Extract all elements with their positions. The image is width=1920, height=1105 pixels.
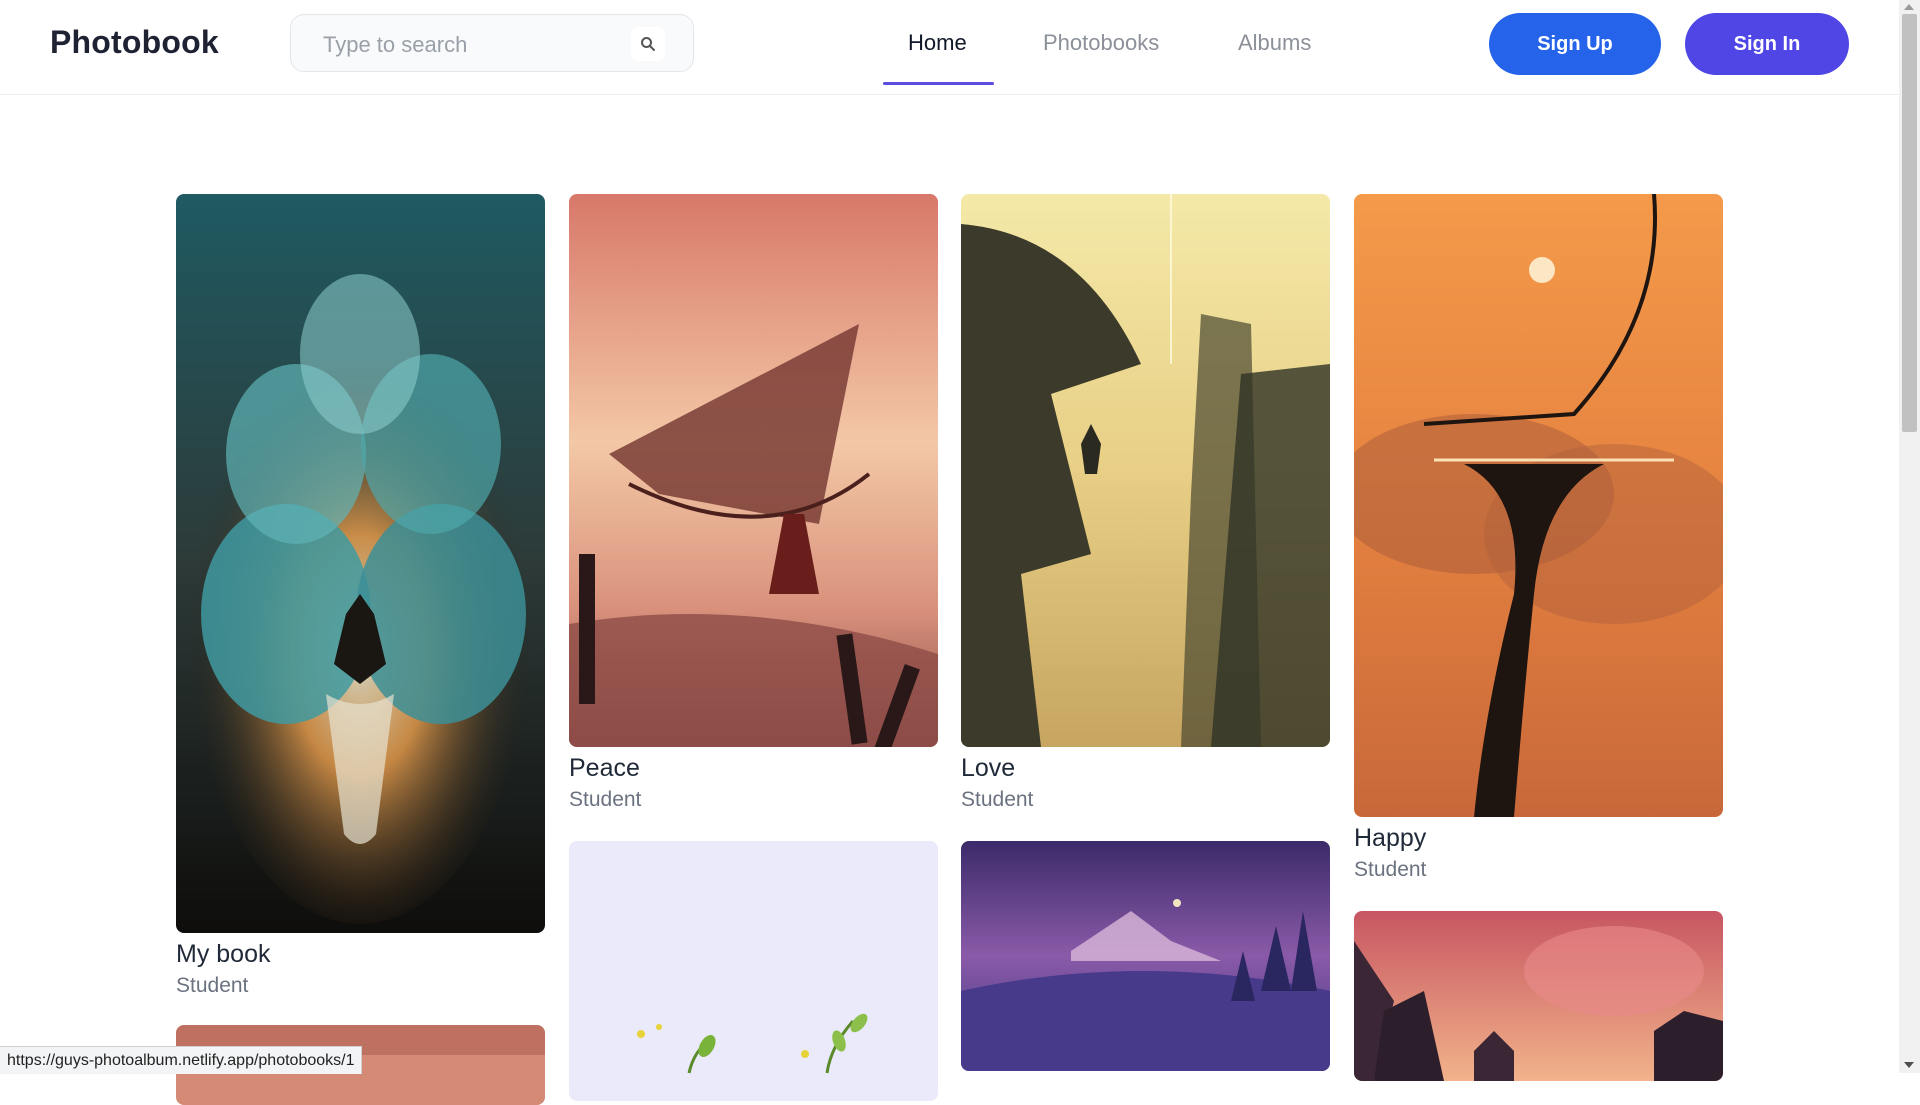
photobook-cover[interactable]	[961, 194, 1330, 747]
photobook-cover[interactable]	[569, 194, 938, 747]
card-subtitle: Student	[1354, 858, 1427, 881]
link-preview-status: https://guys-photoalbum.netlify.app/phot…	[0, 1046, 363, 1074]
top-navbar: Photobook Home Photobooks Albums Sign Up…	[0, 0, 1899, 95]
photobook-cover[interactable]	[569, 841, 938, 1101]
card-title[interactable]: Happy	[1354, 824, 1426, 853]
photobook-cover[interactable]	[961, 841, 1330, 1071]
card-subtitle: Student	[961, 788, 1034, 811]
nav-albums[interactable]: Albums	[1238, 30, 1311, 56]
card-title[interactable]: Love	[961, 754, 1015, 783]
sign-up-button[interactable]: Sign Up	[1489, 13, 1661, 75]
photobook-cover[interactable]	[1354, 911, 1723, 1081]
brand-logo[interactable]: Photobook	[50, 24, 219, 61]
search-box	[290, 14, 694, 72]
photobook-cover[interactable]	[176, 194, 545, 933]
card-title[interactable]: My book	[176, 940, 270, 969]
nav-home[interactable]: Home	[908, 30, 967, 56]
nav-active-indicator	[883, 82, 994, 85]
search-icon	[641, 37, 655, 51]
search-button[interactable]	[631, 27, 665, 61]
scroll-down-arrow[interactable]	[1904, 1062, 1914, 1068]
photobook-cover[interactable]	[1354, 194, 1723, 817]
card-subtitle: Student	[176, 974, 249, 997]
scrollbar-thumb[interactable]	[1902, 14, 1917, 432]
sign-in-button[interactable]: Sign In	[1685, 13, 1849, 75]
scroll-up-arrow[interactable]	[1904, 4, 1914, 10]
card-subtitle: Student	[569, 788, 642, 811]
nav-photobooks[interactable]: Photobooks	[1043, 30, 1159, 56]
search-input[interactable]	[321, 29, 645, 61]
card-title[interactable]: Peace	[569, 754, 640, 783]
